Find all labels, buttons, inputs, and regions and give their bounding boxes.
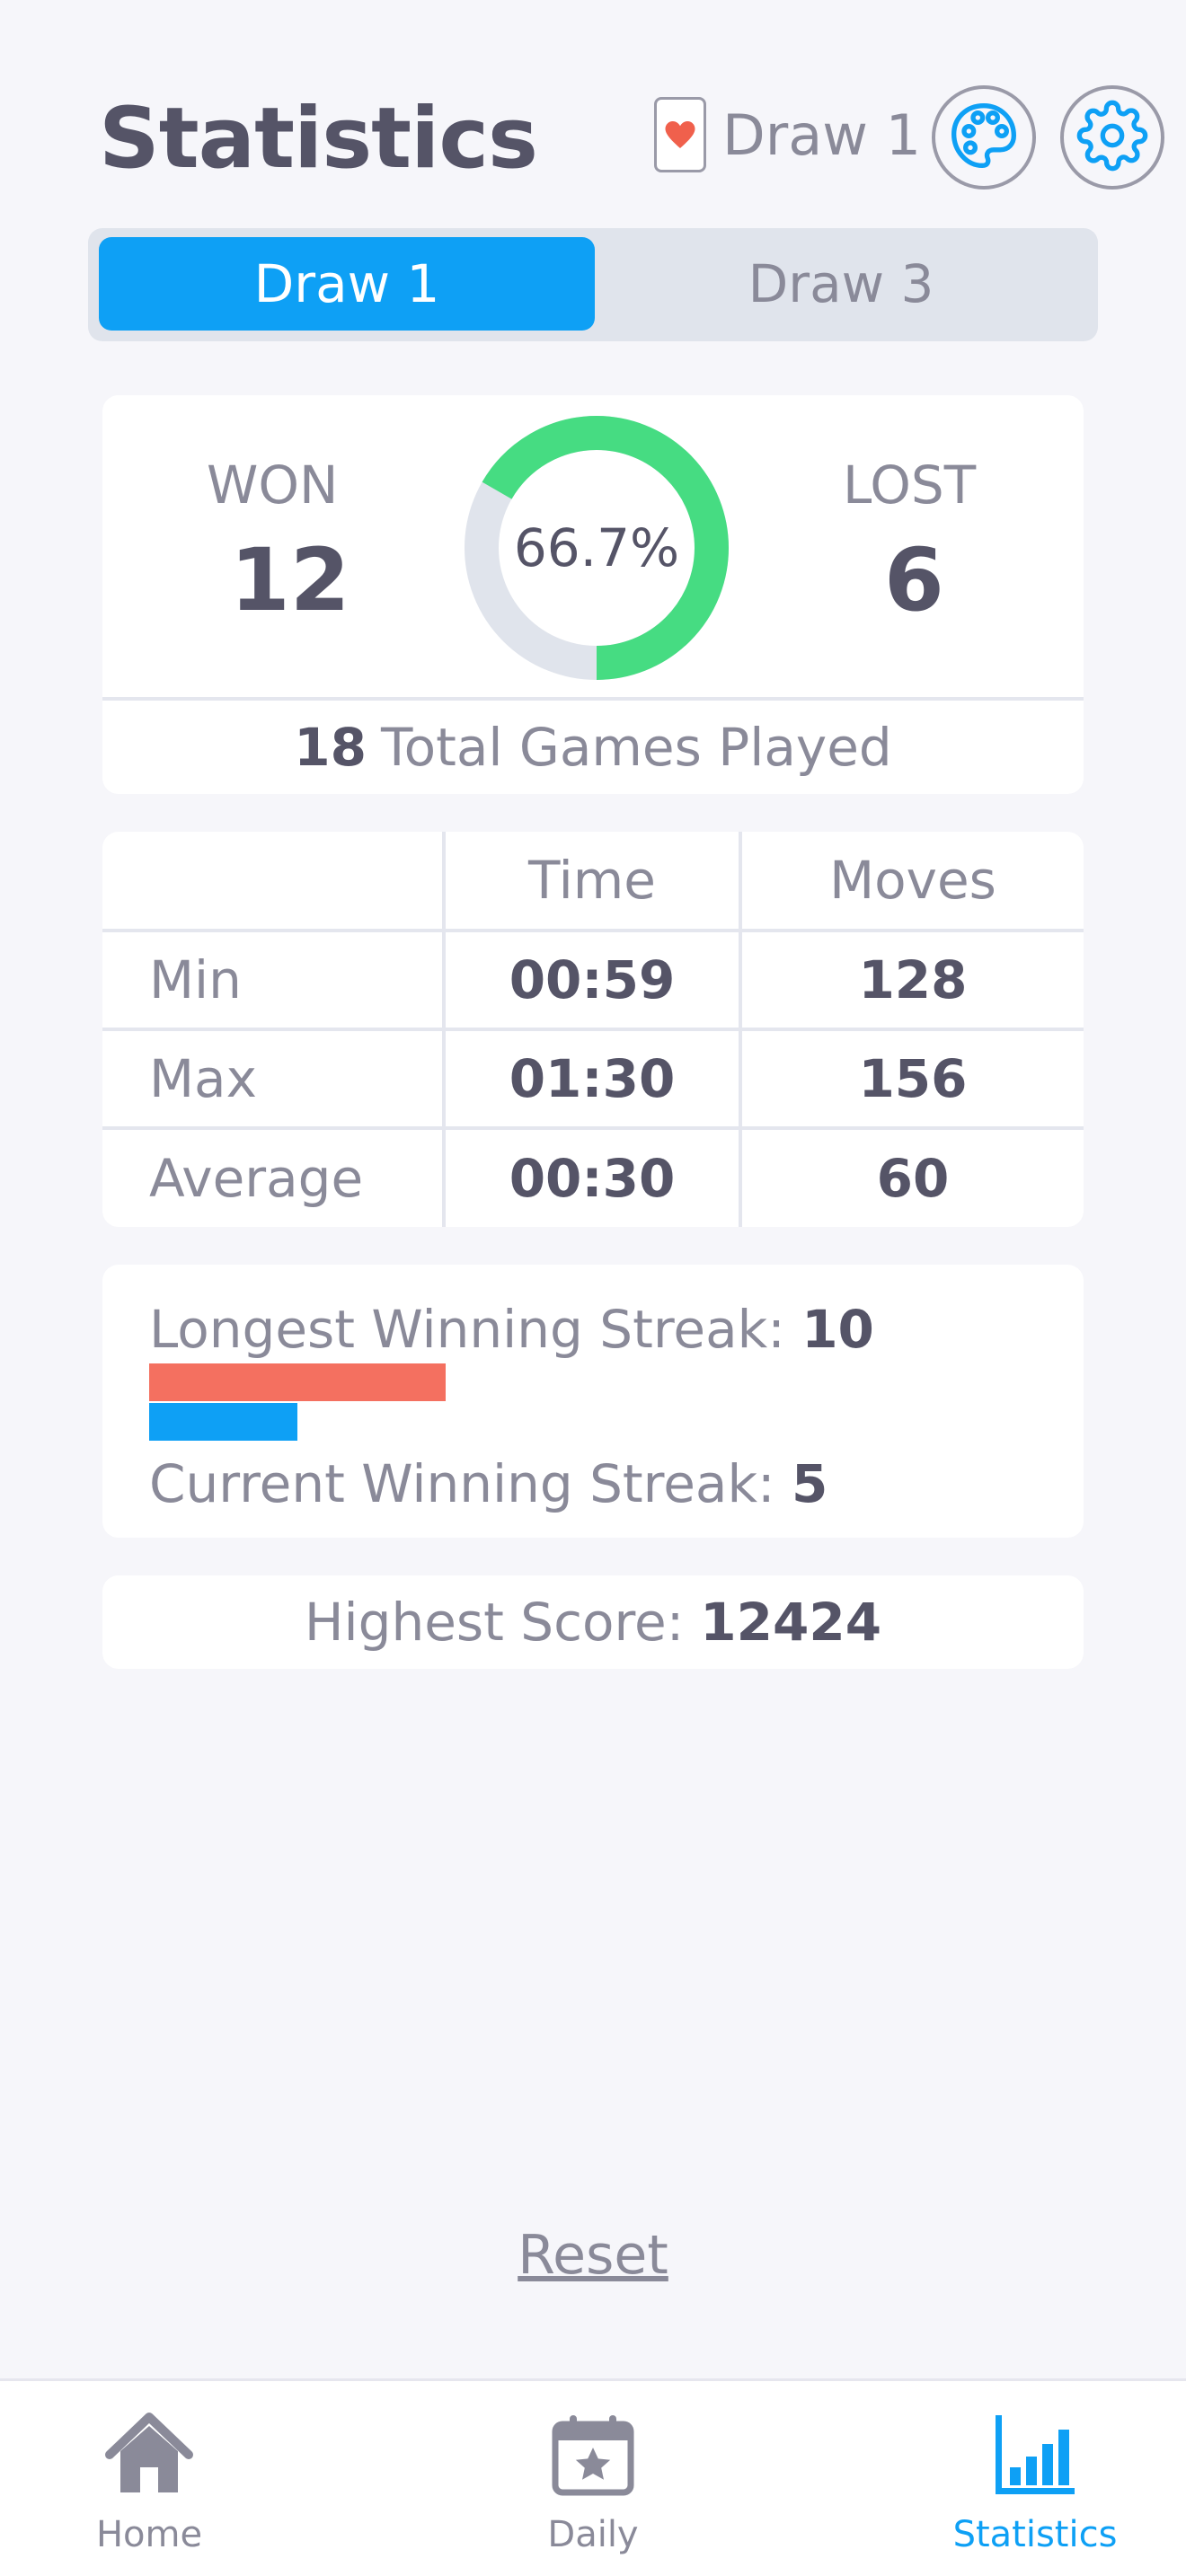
row-label: Min (102, 931, 446, 1029)
nav-label: Statistics (952, 2514, 1118, 2555)
table-row: Max 01:30 156 (102, 1029, 1084, 1128)
palette-icon (948, 100, 1020, 175)
streak-card: Longest Winning Streak: 10 Current Winni… (102, 1265, 1084, 1538)
row-time: 01:30 (444, 1029, 742, 1128)
mode-indicator: Draw 1 (654, 97, 921, 172)
win-rate-text: 66.7% (513, 517, 680, 578)
table-header-time: Time (444, 832, 742, 931)
draw-mode-tabs: Draw 1 Draw 3 (88, 228, 1098, 341)
gear-icon (1076, 100, 1148, 175)
palette-button[interactable] (932, 85, 1036, 190)
highest-score-value: 12424 (700, 1592, 882, 1653)
table-header-moves: Moves (829, 850, 996, 911)
nav-item-daily[interactable]: Daily (458, 2412, 728, 2564)
lost-label: LOST (843, 454, 977, 516)
row-time: 00:30 (444, 1128, 742, 1227)
table-row: Min 00:59 128 (102, 931, 1084, 1029)
highest-score-label: Highest Score: (304, 1592, 685, 1653)
row-label: Average (102, 1128, 446, 1227)
tab-draw-3[interactable]: Draw 3 (593, 237, 1089, 331)
longest-streak-bar-fill (149, 1363, 446, 1401)
table-row: Average 00:30 60 (102, 1128, 1084, 1227)
longest-streak-label: Longest Winning Streak: (149, 1299, 785, 1360)
calendar-star-icon (550, 2412, 636, 2501)
current-streak-bar-fill (149, 1403, 297, 1441)
row-moves: 128 (858, 949, 968, 1010)
total-games-row: 18 Total Games Played (102, 701, 1084, 794)
mode-label: Draw 1 (722, 101, 922, 168)
current-streak-line: Current Winning Streak: 5 (149, 1453, 828, 1514)
reset-button[interactable]: Reset (0, 2224, 1186, 2287)
records-table-card: Time Moves Min 00:59 128 Max 01:30 156 A… (102, 832, 1084, 1227)
total-games-label: Total Games Played (381, 717, 892, 778)
bottom-nav: Home Daily Statistics (0, 2378, 1186, 2576)
nav-label: Daily (547, 2514, 639, 2555)
summary-card: WON 12 66.7% LOST 6 18 Total Games Playe… (102, 395, 1084, 794)
total-games-count: 18 (294, 717, 367, 778)
longest-streak-value: 10 (801, 1299, 874, 1360)
row-label: Max (102, 1029, 446, 1128)
current-streak-value: 5 (792, 1453, 828, 1514)
highest-score-card: Highest Score: 12424 (102, 1575, 1084, 1669)
heart-card-icon (654, 97, 706, 172)
lost-value: 6 (884, 530, 944, 631)
tab-draw-1[interactable]: Draw 1 (99, 237, 595, 331)
longest-streak-line: Longest Winning Streak: 10 (149, 1299, 874, 1360)
nav-item-statistics[interactable]: Statistics (900, 2412, 1170, 2564)
current-streak-label: Current Winning Streak: (149, 1453, 775, 1514)
row-moves: 60 (876, 1148, 950, 1209)
row-moves: 156 (858, 1048, 968, 1109)
nav-label: Home (95, 2514, 203, 2555)
bar-chart-icon (992, 2412, 1078, 2501)
page-title: Statistics (99, 90, 538, 188)
home-icon (104, 2412, 194, 2501)
nav-item-home[interactable]: Home (14, 2412, 284, 2564)
table-header-empty (102, 832, 446, 931)
table-header-row: Time Moves (102, 832, 1084, 931)
settings-button[interactable] (1060, 85, 1164, 190)
row-time: 00:59 (444, 931, 742, 1029)
longest-streak-bar (149, 1363, 742, 1401)
won-label: WON (207, 454, 339, 516)
records-table: Time Moves Min 00:59 128 Max 01:30 156 A… (102, 832, 1084, 1227)
current-streak-bar (149, 1403, 742, 1441)
won-value: 12 (230, 530, 350, 631)
header: Statistics Draw 1 (0, 0, 1186, 225)
